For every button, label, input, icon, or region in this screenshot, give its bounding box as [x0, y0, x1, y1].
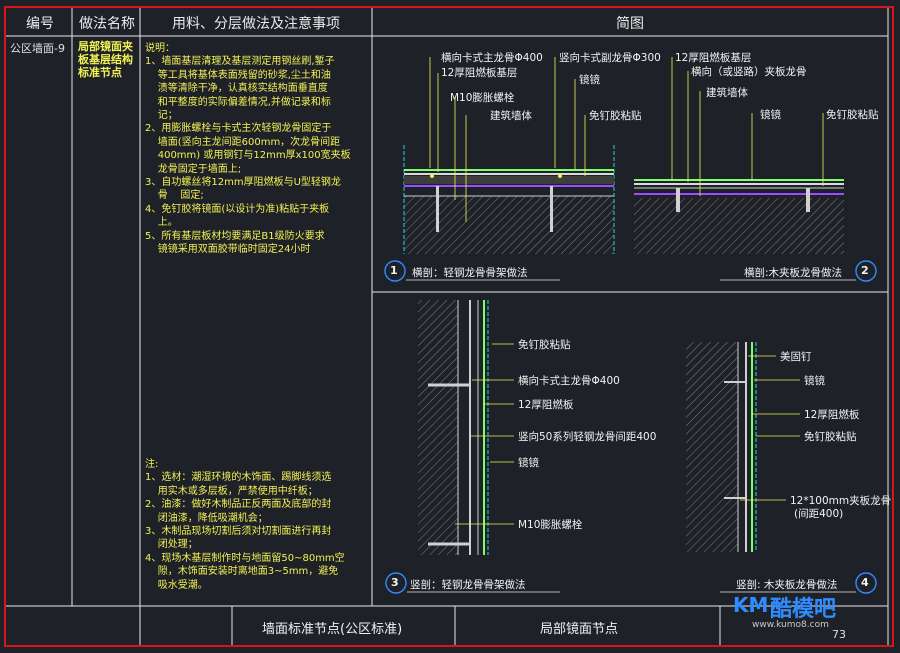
row-code: 公区墙面-9 — [10, 42, 65, 55]
d4-label-mirror: 镜镜 — [804, 375, 825, 387]
note-line: 说明： — [145, 43, 175, 54]
d4-label-spacing: (间距400) — [794, 508, 844, 520]
footer-left-title: 墙面标准节点(公区标准) — [262, 622, 403, 637]
note-line: 1、选材：潮湿环境的木饰面、踢脚线须选 — [145, 472, 332, 484]
detail-4-drawing — [686, 342, 757, 552]
d4-title: 竖剖: 木夹板龙骨做法 — [736, 579, 838, 591]
d2-title: 横剖:木夹板龙骨做法 — [744, 267, 843, 279]
note-line: 4、现场木基层制作时与地面留50~80mm空 — [145, 552, 345, 564]
header-code: 编号 — [26, 16, 54, 32]
page-number: 73 — [832, 628, 846, 641]
d4-number: 4 — [861, 576, 869, 589]
note-line: 3、木制品现场切割后须对切割面进行再封 — [145, 526, 332, 538]
note-line: 上。 — [145, 217, 178, 229]
note-line: 2、用膨胀螺栓与卡式主次轻钢龙骨固定于 — [145, 123, 332, 135]
note-line: 骨 固定; — [145, 190, 204, 202]
footer-right-title: 局部镜面节点 — [540, 622, 619, 637]
d1-label-sub-keel: 竖向卡式副龙骨Φ300 — [559, 52, 661, 64]
d4-label-glue: 免钉胶粘贴 — [804, 431, 857, 443]
d3-label-board: 12厚阻燃板 — [518, 399, 574, 411]
d3-label-mirror: 镜镜 — [518, 457, 539, 469]
header-materials: 用料、分层做法及注意事项 — [172, 16, 340, 32]
notes-description: 说明： 1、墙面基层清理及基层测定用钢丝刷,錾子 等工具将基体表面残留的砂浆,尘土… — [145, 42, 351, 257]
d1-number: 1 — [390, 264, 398, 277]
note-line: 注: — [145, 459, 159, 470]
note-line: 等工具将基体表面残留的砂浆,尘土和油 — [145, 69, 331, 81]
note-line: 记； — [145, 110, 178, 122]
d1-label-glue: 免钉胶粘贴 — [589, 110, 642, 122]
note-line: 闭油漆，降低吸潮机会； — [145, 512, 268, 524]
note-line: 闭处理； — [145, 539, 198, 551]
brand-logo-prefix: KM — [733, 593, 769, 617]
d1-label-mirror: 镜镜 — [579, 74, 600, 86]
d1-label-bolt: M10膨胀螺栓 — [450, 92, 515, 104]
row-name: 局部镜面夹板基层结构标准节点 — [78, 40, 133, 79]
note-line: 渍等清除干净，认真核实结构面垂直度 — [145, 83, 328, 95]
note-line: 墙面(竖向主龙间距600mm，次龙骨间距 — [145, 136, 341, 148]
d1-label-board: 12厚阻燃板基层 — [441, 67, 518, 79]
d2-label-glue: 免钉胶粘贴 — [826, 109, 879, 121]
note-line: 隙，木饰面安装时离地面3~5mm，避免 — [145, 566, 339, 578]
d2-number: 2 — [861, 264, 869, 277]
d2-label-wall: 建筑墙体 — [706, 87, 748, 99]
detail-3-drawing — [418, 300, 489, 555]
brand-logo: 酷模吧 — [770, 597, 837, 622]
d4-label-board: 12厚阻燃板 — [804, 409, 860, 421]
d3-label-keel: 竖向50系列轻钢龙骨间距400 — [518, 431, 657, 443]
d3-label-main-keel: 横向卡式主龙骨Φ400 — [518, 375, 620, 387]
d1-label-wall: 建筑墙体 — [490, 110, 532, 122]
note-line: 2、油漆：做好木制品正反两面及底部的封 — [145, 499, 332, 511]
brand-url: www.kumo8.com — [752, 620, 829, 630]
note-line: 3、自功螺丝将12mm厚阻燃板与U型轻钢龙 — [145, 177, 341, 189]
d4-label-nail: 美固钉 — [780, 351, 812, 363]
detail-1-drawing — [403, 145, 615, 254]
note-line: 5、所有基层板材均要满足B1级防火要求 — [145, 230, 325, 242]
note-line: 吸水受潮。 — [145, 579, 208, 591]
d2-label-board: 12厚阻燃板基层 — [675, 52, 752, 64]
note-line: 400mm) 或用钢钉与12mm厚x100宽夹板 — [145, 150, 351, 162]
note-line: 4、免钉胶将镜面(以设计为准)粘贴于夹板 — [145, 203, 330, 215]
note-line: 和平整度的实际偏差情况,并做记录和标 — [145, 96, 331, 108]
d3-label-bolt: M10膨胀螺栓 — [518, 519, 583, 531]
note-line: 1、墙面基层清理及基层测定用钢丝刷,錾子 — [145, 56, 335, 68]
d3-number: 3 — [391, 576, 399, 589]
detail-2-drawing — [634, 179, 844, 254]
note-line: 龙骨固定于墙面上; — [145, 163, 242, 175]
note-line: 用实木或多层板，严禁使用中纤板； — [145, 485, 318, 497]
d2-label-keel: 横向（或竖路）夹板龙骨 — [691, 66, 807, 78]
notes-remarks: 注: 1、选材：潮湿环境的木饰面、踢脚线须选 用实木或多层板，严禁使用中纤板； 2、… — [145, 458, 345, 592]
header-sketch: 简图 — [616, 16, 644, 32]
header-method-name: 做法名称 — [79, 16, 135, 32]
note-line: 镜镜采用双面胶带临时固定24小时 — [145, 244, 311, 256]
d3-label-glue: 免钉胶粘贴 — [518, 339, 571, 351]
d3-title: 竖剖：轻钢龙骨骨架做法 — [410, 579, 526, 591]
d1-title: 横剖：轻钢龙骨骨架做法 — [412, 267, 528, 279]
d1-label-main-keel: 横向卡式主龙骨Φ400 — [441, 52, 543, 64]
d2-label-mirror: 镜镜 — [760, 109, 781, 121]
